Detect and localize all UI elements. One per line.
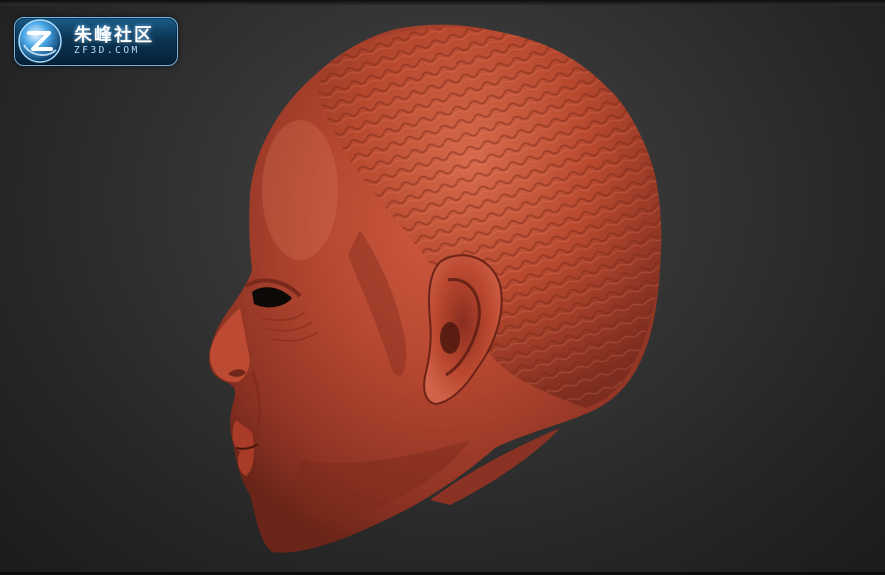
ear-canal <box>440 322 460 354</box>
logo-title: 朱峰社区 <box>74 25 154 46</box>
3d-viewport[interactable]: 朱峰社区 ZF3D.COM <box>0 0 885 575</box>
forehead-highlight <box>262 120 338 260</box>
z-swirl-logo-icon <box>18 19 62 63</box>
site-logo[interactable]: 朱峰社区 ZF3D.COM <box>14 17 178 66</box>
sculpted-head-model[interactable] <box>0 0 885 575</box>
logo-url: ZF3D.COM <box>74 45 140 56</box>
